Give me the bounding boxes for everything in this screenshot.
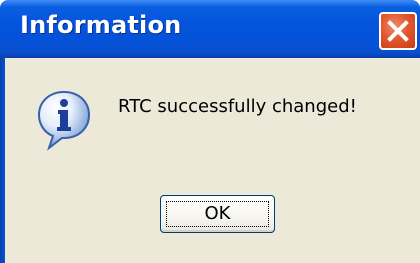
message-dialog: Information RTC successfully changed! OK: [0, 0, 420, 263]
ok-button-label: OK: [204, 203, 231, 224]
window-title: Information: [20, 11, 182, 39]
close-button[interactable]: [379, 12, 417, 50]
information-icon: [37, 90, 91, 151]
close-icon: [387, 20, 409, 42]
message-text: RTC successfully changed!: [118, 96, 357, 117]
ok-button[interactable]: OK: [160, 195, 275, 233]
title-bar[interactable]: Information: [0, 0, 420, 58]
